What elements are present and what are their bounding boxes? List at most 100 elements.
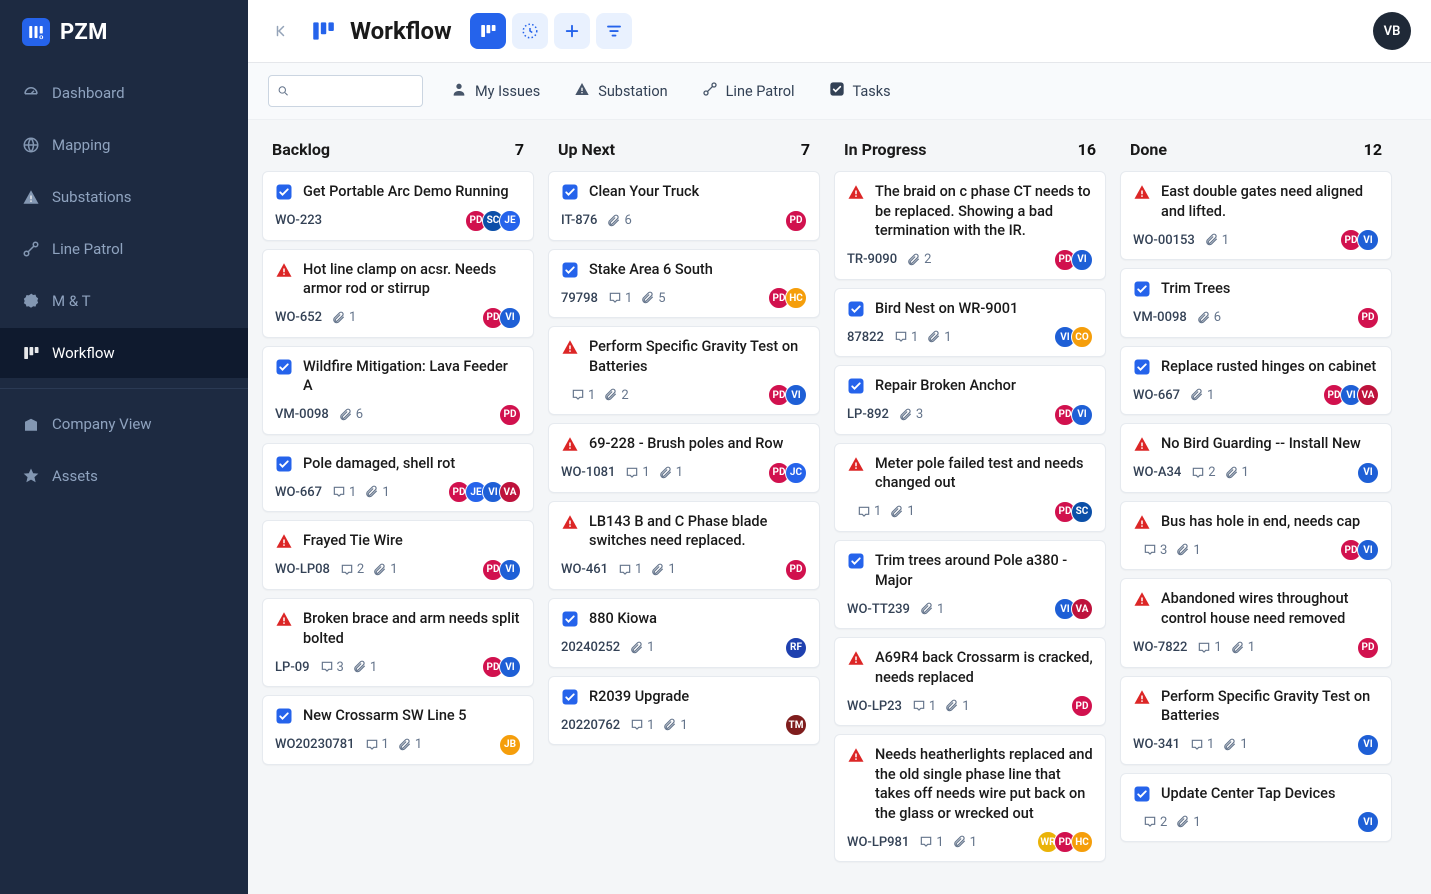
card[interactable]: Broken brace and arm needs split bolted … (262, 598, 534, 687)
assignee-chip[interactable]: VI (1071, 249, 1093, 271)
card[interactable]: Update Center Tap Devices 2 1 VI (1120, 773, 1392, 843)
card[interactable]: Replace rusted hinges on cabinet WO-667 … (1120, 346, 1392, 416)
assignee-chip[interactable]: VA (499, 481, 521, 503)
task-icon (561, 610, 579, 628)
assignee-chip[interactable]: VI (1357, 462, 1379, 484)
filter-tasks[interactable]: Tasks (829, 81, 891, 101)
sidebar-item-substations[interactable]: Substations (0, 172, 248, 222)
assignee-chip[interactable]: PD (785, 559, 807, 581)
filter-my-issues[interactable]: My Issues (451, 81, 540, 101)
card-id: WO-1081 (561, 465, 615, 480)
nav-label: Company View (52, 415, 152, 433)
assignee-chip[interactable]: SC (1071, 501, 1093, 523)
assignee-chip[interactable]: JB (499, 734, 521, 756)
add-button[interactable] (554, 13, 590, 49)
assignee-list: WRPDHC (1037, 831, 1093, 853)
card-id: TR-9090 (847, 252, 897, 267)
sidebar-item-workflow[interactable]: Workflow (0, 328, 248, 378)
sidebar-item-m-t[interactable]: M & T (0, 276, 248, 326)
alert-icon (847, 746, 865, 764)
card[interactable]: Meter pole failed test and needs changed… (834, 443, 1106, 532)
sidebar-item-mapping[interactable]: Mapping (0, 120, 248, 170)
assignee-chip[interactable]: CO (1071, 326, 1093, 348)
assignee-chip[interactable]: VI (1357, 811, 1379, 833)
filter-line-patrol[interactable]: Line Patrol (702, 81, 795, 101)
assignee-chip[interactable]: VI (499, 559, 521, 581)
assignee-list: PDJEVIVA (448, 481, 521, 503)
attachments-count: 1 (945, 699, 969, 714)
card[interactable]: Stake Area 6 South 79798 1 5 PDHC (548, 249, 820, 319)
card-id: WO-LP08 (275, 562, 330, 577)
view-board-button[interactable] (470, 13, 506, 49)
assignee-chip[interactable]: VI (1357, 734, 1379, 756)
attachments-count: 1 (1190, 388, 1214, 403)
assignee-chip[interactable]: TM (785, 714, 807, 736)
card-title: Pole damaged, shell rot (303, 454, 455, 474)
card[interactable]: Abandoned wires throughout control house… (1120, 578, 1392, 667)
card[interactable]: East double gates need aligned and lifte… (1120, 171, 1392, 260)
assignee-chip[interactable]: JE (499, 210, 521, 232)
sidebar-item-assets[interactable]: Assets (0, 451, 248, 501)
card[interactable]: Trim Trees VM-0098 6 PD (1120, 268, 1392, 338)
assignee-chip[interactable]: VA (1071, 598, 1093, 620)
card[interactable]: Get Portable Arc Demo Running WO-223 PDS… (262, 171, 534, 241)
attachments-count: 1 (1225, 465, 1249, 480)
card[interactable]: Bus has hole in end, needs cap 3 1 PDVI (1120, 501, 1392, 571)
sidebar-item-line-patrol[interactable]: Line Patrol (0, 224, 248, 274)
assignee-chip[interactable]: VI (1357, 539, 1379, 561)
card[interactable]: 69-228 - Brush poles and Row WO-1081 1 1… (548, 423, 820, 493)
user-avatar[interactable]: VB (1373, 12, 1411, 50)
card[interactable]: Trim trees around Pole a380 - Major WO-T… (834, 540, 1106, 629)
assignee-chip[interactable]: PD (1357, 637, 1379, 659)
card[interactable]: Clean Your Truck IT-876 6 PD (548, 171, 820, 241)
nav-secondary: Company View Assets (0, 399, 248, 501)
assignee-chip[interactable]: JC (785, 462, 807, 484)
assignee-list: PDVI (1054, 404, 1093, 426)
filter-button[interactable] (596, 13, 632, 49)
search-field[interactable] (290, 83, 414, 99)
brand-logo[interactable]: PZM (0, 0, 248, 68)
assignee-chip[interactable]: VA (1357, 384, 1379, 406)
search-input[interactable] (268, 75, 423, 107)
assignee-chip[interactable]: PD (499, 404, 521, 426)
assignee-chip[interactable]: PD (785, 210, 807, 232)
assignee-chip[interactable]: HC (785, 287, 807, 309)
card[interactable]: Repair Broken Anchor LP-892 3 PDVI (834, 365, 1106, 435)
card[interactable]: LB143 B and C Phase blade switches need … (548, 501, 820, 590)
card[interactable]: Bird Nest on WR-9001 87822 1 1 VICO (834, 288, 1106, 358)
sidebar-item-company-view[interactable]: Company View (0, 399, 248, 449)
assignee-chip[interactable]: VI (1357, 229, 1379, 251)
card[interactable]: Hot line clamp on acsr. Needs armor rod … (262, 249, 534, 338)
assignee-chip[interactable]: VI (499, 307, 521, 329)
card[interactable]: Pole damaged, shell rot WO-667 1 1 PDJEV… (262, 443, 534, 513)
card[interactable]: R2039 Upgrade 20220762 1 1 TM (548, 676, 820, 746)
filter-substation[interactable]: Substation (574, 81, 667, 101)
card[interactable]: A69R4 back Crossarm is cracked, needs re… (834, 637, 1106, 726)
assignee-chip[interactable]: VI (785, 384, 807, 406)
sidebar-item-dashboard[interactable]: Dashboard (0, 68, 248, 118)
card[interactable]: Wildfire Mitigation: Lava Feeder A VM-00… (262, 346, 534, 435)
kanban-board[interactable]: Backlog 7 Get Portable Arc Demo Running … (248, 120, 1431, 894)
assignee-chip[interactable]: PD (1357, 307, 1379, 329)
assignee-chip[interactable]: VI (499, 656, 521, 678)
assignee-chip[interactable]: HC (1071, 831, 1093, 853)
card[interactable]: Frayed Tie Wire WO-LP08 2 1 PDVI (262, 520, 534, 590)
nav-primary: DashboardMappingSubstationsLine PatrolM … (0, 68, 248, 378)
comments-count: 3 (1143, 543, 1167, 558)
assignee-list: PD (1357, 637, 1379, 659)
card-title: Broken brace and arm needs split bolted (303, 609, 521, 648)
view-history-button[interactable] (512, 13, 548, 49)
card[interactable]: The braid on c phase CT needs to be repl… (834, 171, 1106, 280)
card-id: WO-461 (561, 562, 608, 577)
card[interactable]: Needs heatherlights replaced and the old… (834, 734, 1106, 862)
collapse-sidebar-button[interactable] (268, 17, 296, 45)
card[interactable]: 880 Kiowa 20240252 1 RF (548, 598, 820, 668)
assignee-chip[interactable]: RF (785, 637, 807, 659)
assignee-chip[interactable]: PD (1071, 695, 1093, 717)
assignee-chip[interactable]: VI (1071, 404, 1093, 426)
card[interactable]: New Crossarm SW Line 5 WO20230781 1 1 JB (262, 695, 534, 765)
card[interactable]: Perform Specific Gravity Test on Batteri… (548, 326, 820, 415)
card[interactable]: Perform Specific Gravity Test on Batteri… (1120, 676, 1392, 765)
card[interactable]: No Bird Guarding -- Install New WO-A34 2… (1120, 423, 1392, 493)
attachments-count: 1 (890, 504, 914, 519)
